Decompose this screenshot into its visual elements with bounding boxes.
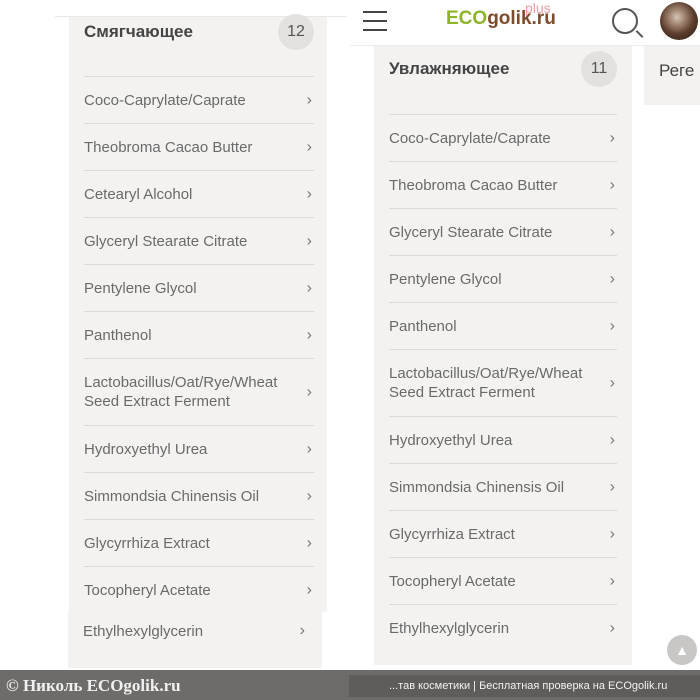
ingredient-row[interactable]: Pentylene Glycol › [84, 264, 314, 311]
ingredient-label: Lactobacillus/Oat/Rye/Wheat Seed Extract… [84, 374, 278, 410]
chevron-right-icon: › [306, 440, 312, 458]
right-ingredient-list: Coco-Caprylate/Caprate › Theobroma Cacao … [389, 114, 617, 651]
ingredient-label: Tocopheryl Acetate [84, 581, 211, 599]
ingredient-label: Glyceryl Stearate Citrate [389, 223, 553, 241]
ingredient-label: Ethylhexylglycerin [389, 619, 510, 637]
left-card-count-badge: 12 [278, 14, 314, 50]
ingredient-row[interactable]: Panthenol › [84, 311, 314, 358]
ingredient-row[interactable]: Hydroxyethyl Urea › [84, 425, 314, 472]
ingredient-label: Hydroxyethyl Urea [389, 431, 513, 449]
avatar[interactable] [660, 2, 698, 40]
chevron-right-icon: › [609, 317, 615, 335]
menu-icon[interactable] [363, 11, 387, 31]
next-category-title: Реге [659, 61, 695, 80]
ingredient-row[interactable]: Ethylhexylglycerin › [83, 612, 307, 650]
ingredient-label: Glycyrrhiza Extract [389, 525, 515, 543]
ingredient-row[interactable]: Cetearyl Alcohol › [84, 170, 314, 217]
ingredient-label: Panthenol [84, 326, 152, 344]
chevron-right-icon: › [609, 431, 615, 449]
ingredient-row[interactable]: Panthenol › [389, 302, 617, 349]
watermark-text: © Николь ECOgolik.ru [6, 676, 181, 695]
ingredient-row[interactable]: Tocopheryl Acetate › [84, 566, 314, 613]
ingredient-row[interactable]: Simmondsia Chinensis Oil › [389, 463, 617, 510]
logo-eco: ECO [446, 8, 488, 29]
left-ingredient-list: Coco-Caprylate/Caprate › Theobroma Cacao … [84, 76, 314, 613]
chevron-right-icon: › [609, 176, 615, 194]
ingredient-row[interactable]: Theobroma Cacao Butter › [84, 123, 314, 170]
ingredient-row[interactable]: Glycyrrhiza Extract › [84, 519, 314, 566]
page-caption: ...тав косметики | Бесплатная проверка н… [349, 675, 700, 697]
chevron-right-icon: › [609, 270, 615, 288]
ingredient-row[interactable]: Glyceryl Stearate Citrate › [84, 217, 314, 264]
ingredient-row[interactable]: Glyceryl Stearate Citrate › [389, 208, 617, 255]
ingredient-row[interactable]: Coco-Caprylate/Caprate › [84, 76, 314, 123]
chevron-right-icon: › [306, 383, 312, 401]
chevron-right-icon: › [609, 223, 615, 241]
chevron-right-icon: › [306, 279, 312, 297]
logo-plus: plus [525, 0, 551, 16]
ingredient-label: Coco-Caprylate/Caprate [84, 91, 246, 109]
chevron-right-icon: › [306, 534, 312, 552]
right-card-title: Увлажняющее [389, 59, 510, 78]
left-card-title: Смягчающее [84, 22, 193, 41]
chevron-right-icon: › [306, 91, 312, 109]
right-card-count-badge: 11 [581, 51, 617, 87]
ingredient-label: Lactobacillus/Oat/Rye/Wheat Seed Extract… [389, 365, 583, 401]
ingredient-row[interactable]: Hydroxyethyl Urea › [389, 416, 617, 463]
chevron-right-icon: › [609, 572, 615, 590]
ingredient-row[interactable]: Coco-Caprylate/Caprate › [389, 114, 617, 161]
ingredient-label: Coco-Caprylate/Caprate [389, 129, 551, 147]
search-icon[interactable] [612, 8, 638, 34]
left-card-header: Смягчающее 12 [84, 14, 314, 50]
ingredient-row[interactable]: Lactobacillus/Oat/Rye/Wheat Seed Extract… [389, 349, 617, 416]
chevron-right-icon: › [609, 525, 615, 543]
chevron-right-icon: › [306, 326, 312, 344]
chevron-right-icon: › [609, 374, 615, 392]
ingredient-label: Glycyrrhiza Extract [84, 534, 210, 552]
chevron-right-icon: › [306, 138, 312, 156]
ingredient-row[interactable]: Glycyrrhiza Extract › [389, 510, 617, 557]
chevron-right-icon: › [609, 478, 615, 496]
ingredient-row[interactable]: Tocopheryl Acetate › [389, 557, 617, 604]
ingredient-label: Pentylene Glycol [389, 270, 502, 288]
right-card-header: Увлажняющее 11 [389, 51, 617, 87]
ingredient-row[interactable]: Ethylhexylglycerin › [389, 604, 617, 651]
ingredient-label: Theobroma Cacao Butter [84, 138, 253, 156]
ingredient-row[interactable]: Simmondsia Chinensis Oil › [84, 472, 314, 519]
ingredient-row[interactable]: Lactobacillus/Oat/Rye/Wheat Seed Extract… [84, 358, 314, 425]
ingredient-label: Simmondsia Chinensis Oil [389, 478, 565, 496]
chevron-right-icon: › [609, 129, 615, 147]
ingredient-label: Cetearyl Alcohol [84, 185, 193, 203]
chevron-right-icon: › [306, 487, 312, 505]
ingredient-label: Panthenol [389, 317, 457, 335]
chevron-right-icon: › [306, 185, 312, 203]
ingredient-row[interactable]: Pentylene Glycol › [389, 255, 617, 302]
chevron-right-icon: › [306, 232, 312, 250]
ingredient-label: Glyceryl Stearate Citrate [84, 232, 248, 250]
chevron-right-icon: › [609, 619, 615, 637]
ingredient-label: Tocopheryl Acetate [389, 572, 516, 590]
ingredient-label: Theobroma Cacao Butter [389, 176, 558, 194]
chevron-right-icon: › [306, 581, 312, 599]
ingredient-label: Ethylhexylglycerin [83, 622, 204, 640]
ingredient-label: Pentylene Glycol [84, 279, 197, 297]
ingredient-row[interactable]: Theobroma Cacao Butter › [389, 161, 617, 208]
ingredient-label: Hydroxyethyl Urea [84, 440, 208, 458]
chevron-right-icon: › [299, 622, 305, 639]
ingredient-label: Simmondsia Chinensis Oil [84, 487, 260, 505]
arrow-up-icon[interactable]: ▲ [667, 635, 697, 665]
